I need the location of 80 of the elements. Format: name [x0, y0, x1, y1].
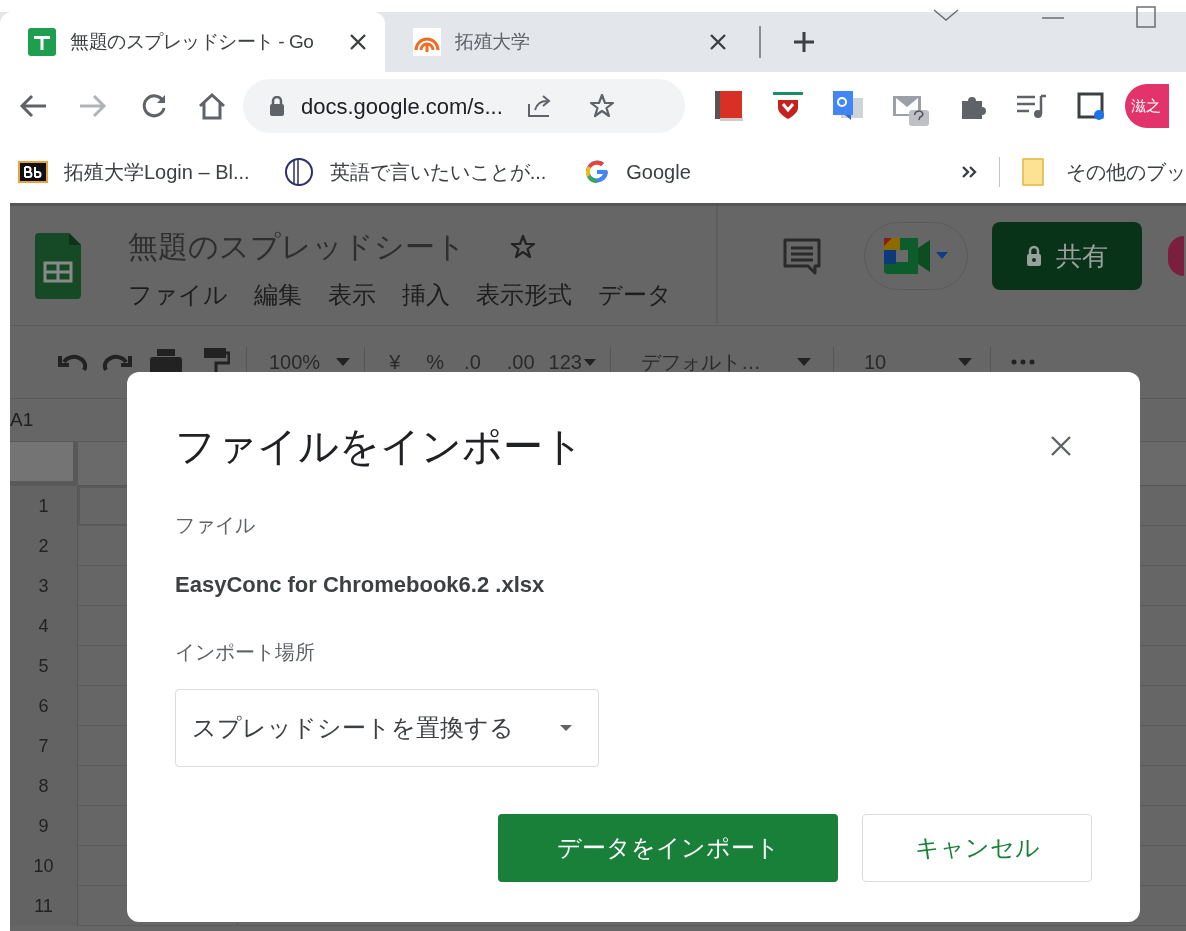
google-logo-icon — [584, 158, 611, 185]
browser-tab[interactable]: 無題のスプレッドシート - Go — [0, 12, 385, 72]
row-header[interactable]: 9 — [10, 806, 78, 846]
forward-icon — [79, 94, 107, 118]
bookmark-folder[interactable]: その他のブッ — [1022, 156, 1186, 187]
undo-icon[interactable] — [58, 352, 88, 372]
maximize-icon[interactable] — [1136, 6, 1156, 28]
close-icon[interactable] — [349, 33, 367, 51]
window-icon[interactable] — [1077, 92, 1105, 120]
row-header[interactable]: 4 — [10, 606, 78, 646]
share-button[interactable]: 共有 — [992, 222, 1142, 290]
caret-icon — [957, 358, 972, 366]
menu-item[interactable]: 編集 — [254, 277, 302, 313]
close-icon[interactable] — [709, 33, 727, 51]
half-circle-icon — [283, 156, 314, 187]
comment-icon[interactable] — [782, 237, 822, 275]
document-title[interactable]: 無題のスプレッドシート — [128, 224, 466, 269]
star-icon[interactable] — [588, 93, 615, 119]
font-size-dropdown[interactable]: 10 — [863, 347, 972, 377]
row-header[interactable]: 10 — [10, 846, 78, 886]
menu-item[interactable]: ファイル — [128, 277, 228, 313]
address-bar[interactable]: docs.google.com/s... — [243, 79, 685, 133]
more-icon[interactable] — [1010, 359, 1035, 365]
field-label: インポート場所 — [175, 640, 315, 665]
star-icon[interactable] — [510, 233, 536, 260]
dialog-title: ファイルをインポート — [175, 423, 584, 470]
tab-title: 無題のスプレッドシート - Go — [70, 29, 314, 54]
menu-item[interactable]: 表示 — [328, 277, 376, 313]
row-header[interactable]: 11 — [10, 886, 78, 926]
double-chevron-icon[interactable] — [961, 164, 977, 179]
tab-title: 拓殖大学 — [455, 29, 529, 54]
spreadsheet-icon — [28, 28, 56, 56]
menu-item[interactable]: 挿入 — [402, 277, 450, 313]
row-header[interactable]: 5 — [10, 646, 78, 686]
book-icon[interactable] — [715, 91, 743, 121]
zoom-dropdown[interactable]: 100% — [269, 347, 351, 377]
redo-icon[interactable] — [102, 352, 132, 372]
caret-icon — [583, 358, 596, 366]
new-tab-icon[interactable] — [793, 31, 815, 53]
close-icon[interactable] — [1050, 435, 1072, 457]
row-header[interactable]: 8 — [10, 766, 78, 806]
address-text: docs.google.com/s... — [301, 92, 503, 121]
row-header[interactable]: 6 — [10, 686, 78, 726]
home-icon[interactable] — [197, 92, 227, 120]
font-dropdown[interactable]: デフォルト… — [640, 347, 811, 377]
lock-icon — [269, 96, 285, 116]
menu-item[interactable]: データ — [598, 277, 672, 313]
field-label: ファイル — [175, 513, 255, 538]
spreadsheet-logo-icon[interactable] — [35, 233, 81, 299]
chevron-down-icon[interactable] — [932, 8, 960, 22]
menu-item[interactable]: 表示形式 — [476, 277, 572, 313]
caret-icon — [560, 725, 572, 731]
video-camera-icon — [884, 238, 930, 274]
bb-logo-icon — [18, 160, 48, 183]
reload-icon[interactable] — [141, 93, 167, 119]
location-dropdown[interactable]: スプレッドシートを置換する — [175, 689, 599, 767]
bookmark-item[interactable]: Google — [584, 156, 691, 187]
row-header[interactable]: 2 — [10, 526, 78, 566]
folder-icon — [1022, 157, 1044, 186]
lock-icon — [1026, 245, 1042, 267]
more-formats-dropdown[interactable]: 123 — [548, 347, 596, 377]
bookmark-item[interactable]: 英語で言いたいことが... — [283, 156, 547, 187]
row-header[interactable]: 7 — [10, 726, 78, 766]
name-box[interactable]: A1 — [10, 405, 34, 435]
file-name: EasyConc for Chromebook6.2 .xlsx — [175, 571, 545, 599]
shield-icon[interactable] — [773, 92, 803, 120]
mail-icon[interactable] — [893, 94, 929, 126]
playlist-icon[interactable] — [1017, 94, 1047, 118]
caret-icon — [336, 358, 351, 366]
arch-icon — [413, 28, 441, 56]
row-header[interactable]: 3 — [10, 566, 78, 606]
caret-icon — [796, 358, 811, 366]
import-button[interactable]: データをインポート — [498, 814, 838, 882]
row-header[interactable]: 1 — [10, 486, 78, 526]
share-icon[interactable] — [526, 94, 553, 118]
profile-avatar[interactable]: 滋之 — [1125, 84, 1169, 128]
caret-icon — [936, 252, 948, 260]
cancel-button[interactable]: キャンセル — [862, 814, 1092, 882]
bookmark-item[interactable]: 拓殖大学Login – Bl... — [18, 156, 250, 187]
back-icon[interactable] — [19, 94, 47, 118]
